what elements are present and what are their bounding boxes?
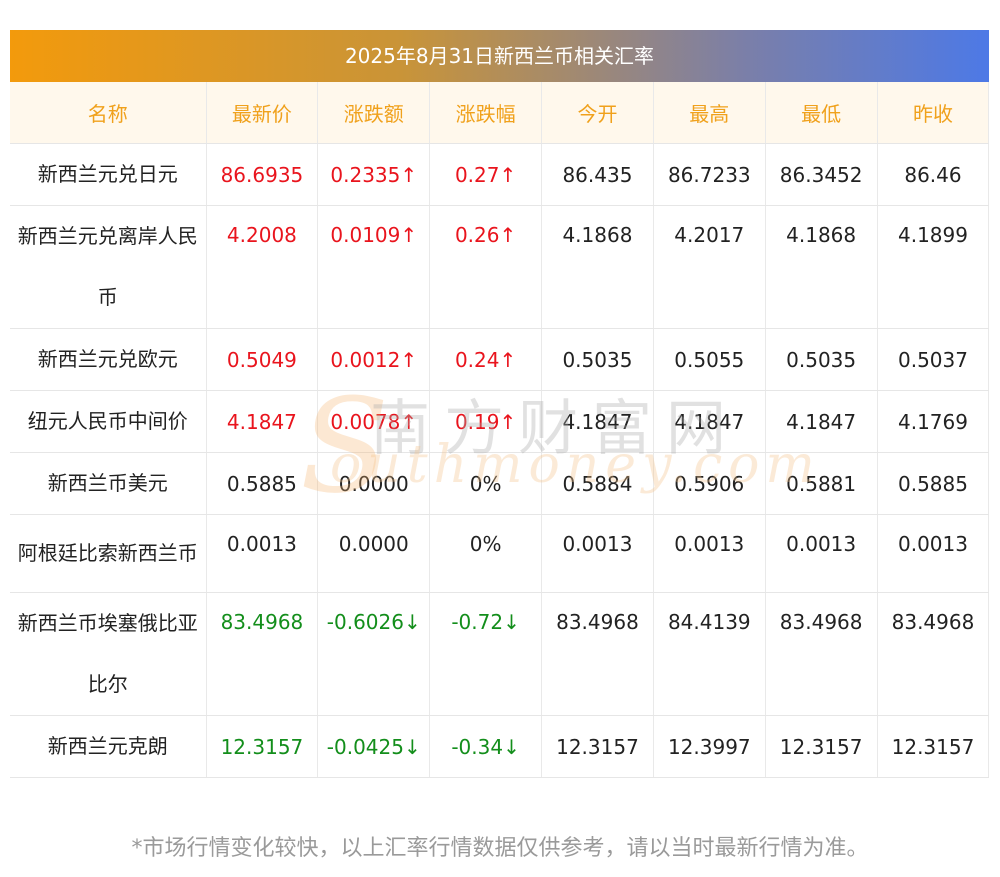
cell-prev: 83.4968 [877,592,990,716]
cell-latest: 83.4968 [206,592,319,716]
cell-high: 12.3997 [653,715,766,778]
header-change: 涨跌额 [317,82,431,144]
row-name: 新西兰币美元 [10,452,207,515]
cell-change: 0.0109↑ [317,205,431,329]
cell-prev: 4.1899 [877,205,990,329]
header-latest: 最新价 [206,82,319,144]
rates-table: 名称 最新价 涨跌额 涨跌幅 今开 最高 最低 昨收 新西兰元兑日元 86.693… [10,82,990,778]
cell-open: 86.435 [541,143,654,206]
cell-change: 0.0000 [317,452,431,515]
table-row: 新西兰币埃塞俄比亚比尔 83.4968 -0.6026↓ -0.72↓ 83.4968 8… [10,592,990,716]
cell-open: 0.5035 [541,328,654,391]
table-row: 纽元人民币中间价 4.1847 0.0078↑ 0.19↑ 4.1847 4.1847 4.… [10,390,990,453]
row-name: 新西兰元兑离岸人民币 [10,205,207,329]
table-row: 新西兰币美元 0.5885 0.0000 0% 0.5884 0.5906 0.5881 0.… [10,452,990,515]
cell-pct: -0.72↓ [429,592,543,716]
header-high: 最高 [653,82,766,144]
cell-change: 0.0000 [317,514,431,593]
table-row: 新西兰元兑日元 86.6935 0.2335↑ 0.27↑ 86.435 86.7233 8… [10,143,990,206]
cell-latest: 12.3157 [206,715,319,778]
row-name: 新西兰元兑日元 [10,143,207,206]
cell-pct: 0.19↑ [429,390,543,453]
cell-pct: 0% [429,514,543,593]
cell-prev: 4.1769 [877,390,990,453]
cell-latest: 0.5885 [206,452,319,515]
cell-high: 86.7233 [653,143,766,206]
cell-change: -0.6026↓ [317,592,431,716]
cell-pct: -0.34↓ [429,715,543,778]
row-name: 新西兰元克朗 [10,715,207,778]
cell-low: 12.3157 [765,715,878,778]
cell-pct: 0.26↑ [429,205,543,329]
table-title: 2025年8月31日新西兰币相关汇率 [10,30,989,82]
cell-low: 0.5035 [765,328,878,391]
cell-high: 84.4139 [653,592,766,716]
cell-pct: 0% [429,452,543,515]
cell-low: 4.1868 [765,205,878,329]
cell-change: 0.2335↑ [317,143,431,206]
table-row: 阿根廷比索新西兰币 0.0013 0.0000 0% 0.0013 0.0013 0.001… [10,514,990,593]
cell-open: 83.4968 [541,592,654,716]
header-pct: 涨跌幅 [429,82,543,144]
cell-latest: 0.0013 [206,514,319,593]
row-name: 纽元人民币中间价 [10,390,207,453]
header-open: 今开 [541,82,654,144]
cell-latest: 4.1847 [206,390,319,453]
table-row: 新西兰元兑离岸人民币 4.2008 0.0109↑ 0.26↑ 4.1868 4.2017… [10,205,990,329]
cell-change: 0.0012↑ [317,328,431,391]
cell-pct: 0.27↑ [429,143,543,206]
cell-prev: 0.0013 [877,514,990,593]
row-name: 阿根廷比索新西兰币 [10,514,207,593]
cell-latest: 4.2008 [206,205,319,329]
table-row: 新西兰元兑欧元 0.5049 0.0012↑ 0.24↑ 0.5035 0.5055 0.5… [10,328,990,391]
cell-change: 0.0078↑ [317,390,431,453]
header-row: 名称 最新价 涨跌额 涨跌幅 今开 最高 最低 昨收 [10,82,990,144]
cell-open: 0.0013 [541,514,654,593]
cell-open: 4.1847 [541,390,654,453]
cell-low: 0.0013 [765,514,878,593]
cell-open: 4.1868 [541,205,654,329]
row-name: 新西兰元兑欧元 [10,328,207,391]
footnote: *市场行情变化较快，以上汇率行情数据仅供参考，请以当时最新行情为准。 [131,836,869,861]
row-name: 新西兰币埃塞俄比亚比尔 [10,592,207,716]
cell-high: 0.5055 [653,328,766,391]
cell-low: 83.4968 [765,592,878,716]
cell-change: -0.0425↓ [317,715,431,778]
header-low: 最低 [765,82,878,144]
cell-open: 12.3157 [541,715,654,778]
cell-low: 0.5881 [765,452,878,515]
header-name: 名称 [10,82,207,144]
cell-latest: 0.5049 [206,328,319,391]
cell-open: 0.5884 [541,452,654,515]
table-row: 新西兰元克朗 12.3157 -0.0425↓ -0.34↓ 12.3157 12.399… [10,715,990,778]
cell-prev: 12.3157 [877,715,990,778]
cell-high: 0.5906 [653,452,766,515]
cell-latest: 86.6935 [206,143,319,206]
cell-high: 4.2017 [653,205,766,329]
cell-low: 86.3452 [765,143,878,206]
cell-low: 4.1847 [765,390,878,453]
rates-panel: 2025年8月31日新西兰币相关汇率 名称 最新价 涨跌额 涨跌幅 今开 最高 … [10,30,990,778]
cell-pct: 0.24↑ [429,328,543,391]
cell-prev: 0.5885 [877,452,990,515]
cell-high: 4.1847 [653,390,766,453]
cell-prev: 86.46 [877,143,990,206]
header-prev: 昨收 [877,82,990,144]
cell-high: 0.0013 [653,514,766,593]
cell-prev: 0.5037 [877,328,990,391]
